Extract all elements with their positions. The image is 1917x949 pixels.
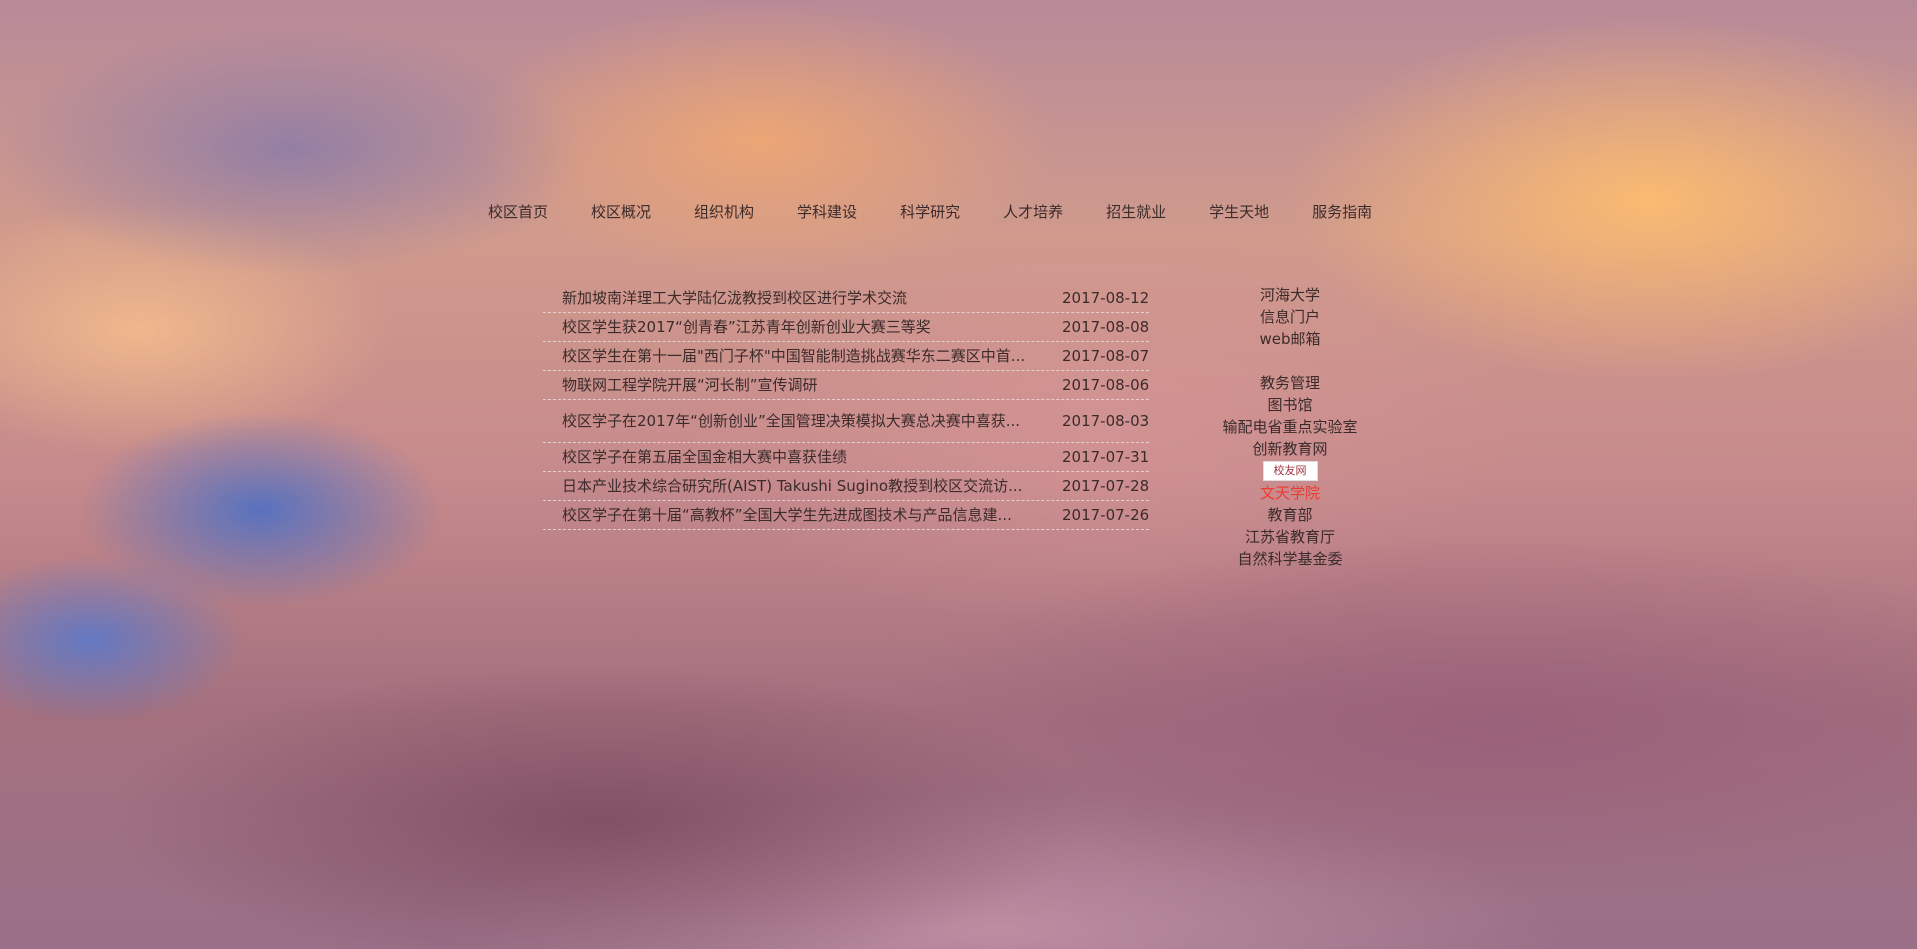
news-title-link[interactable]: 新加坡南洋理工大学陆亿泷教授到校区进行学术交流 xyxy=(562,289,1058,308)
nav-item-organization[interactable]: 组织机构 xyxy=(694,200,754,224)
nav-item-disciplines[interactable]: 学科建设 xyxy=(797,200,857,224)
link-innovation-education[interactable]: 创新教育网 xyxy=(1190,438,1390,460)
nav-item-research[interactable]: 科学研究 xyxy=(900,200,960,224)
news-title-link[interactable]: 日本产业技术综合研究所(AIST) Takushi Sugino教授到校区交流访… xyxy=(562,477,1058,496)
news-row: 物联网工程学院开展“河长制”宣传调研 2017-08-06 xyxy=(543,371,1149,400)
news-date: 2017-08-08 xyxy=(1062,318,1150,336)
link-power-lab[interactable]: 输配电省重点实验室 xyxy=(1190,416,1390,438)
nav-item-service-guide[interactable]: 服务指南 xyxy=(1312,200,1372,224)
link-info-portal[interactable]: 信息门户 xyxy=(1190,306,1390,328)
news-row: 新加坡南洋理工大学陆亿泷教授到校区进行学术交流 2017-08-12 xyxy=(543,284,1149,313)
news-title-link[interactable]: 校区学子在2017年“创新创业”全国管理决策模拟大赛总决赛中喜获... xyxy=(562,412,1058,431)
news-title-link[interactable]: 校区学子在第五届全国金相大赛中喜获佳绩 xyxy=(562,448,1058,467)
link-nsfc[interactable]: 自然科学基金委 xyxy=(1190,548,1390,570)
alumni-badge-wrap: 校友网 xyxy=(1190,460,1390,482)
nav-item-admissions[interactable]: 招生就业 xyxy=(1106,200,1166,224)
nav-item-home[interactable]: 校区首页 xyxy=(488,200,548,224)
link-ministry-of-education[interactable]: 教育部 xyxy=(1190,504,1390,526)
news-row: 校区学子在2017年“创新创业”全国管理决策模拟大赛总决赛中喜获... 2017… xyxy=(543,400,1149,443)
news-title-link[interactable]: 校区学生在第十一届"西门子杯"中国智能制造挑战赛华东二赛区中首... xyxy=(562,347,1058,366)
news-title-link[interactable]: 校区学生获2017“创青春”江苏青年创新创业大赛三等奖 xyxy=(562,318,1058,337)
news-row: 校区学子在第十届“高教杯”全国大学生先进成图技术与产品信息建... 2017-0… xyxy=(543,501,1149,530)
link-jiangsu-education-dept[interactable]: 江苏省教育厅 xyxy=(1190,526,1390,548)
news-date: 2017-07-31 xyxy=(1062,448,1150,466)
news-row: 校区学子在第五届全国金相大赛中喜获佳绩 2017-07-31 xyxy=(543,443,1149,472)
news-date: 2017-08-06 xyxy=(1062,376,1150,394)
nav-item-overview[interactable]: 校区概况 xyxy=(591,200,651,224)
news-title-link[interactable]: 校区学子在第十届“高教杯”全国大学生先进成图技术与产品信息建... xyxy=(562,506,1058,525)
news-date: 2017-08-03 xyxy=(1062,412,1150,430)
news-title-link[interactable]: 物联网工程学院开展“河长制”宣传调研 xyxy=(562,376,1058,395)
nav-item-talent-training[interactable]: 人才培养 xyxy=(1003,200,1063,224)
news-list: 新加坡南洋理工大学陆亿泷教授到校区进行学术交流 2017-08-12 校区学生获… xyxy=(543,284,1149,530)
news-date: 2017-08-07 xyxy=(1062,347,1150,365)
alumni-network-button[interactable]: 校友网 xyxy=(1262,461,1318,481)
link-hohai-university[interactable]: 河海大学 xyxy=(1190,284,1390,306)
quick-links: 河海大学 信息门户 web邮箱 教务管理 图书馆 输配电省重点实验室 创新教育网… xyxy=(1190,284,1390,570)
news-row: 校区学生获2017“创青春”江苏青年创新创业大赛三等奖 2017-08-08 xyxy=(543,313,1149,342)
news-row: 日本产业技术综合研究所(AIST) Takushi Sugino教授到校区交流访… xyxy=(543,472,1149,501)
nav-item-student-life[interactable]: 学生天地 xyxy=(1209,200,1269,224)
news-date: 2017-08-12 xyxy=(1062,289,1150,307)
link-web-mail[interactable]: web邮箱 xyxy=(1190,328,1390,350)
news-date: 2017-07-28 xyxy=(1062,477,1150,495)
news-row: 校区学生在第十一届"西门子杯"中国智能制造挑战赛华东二赛区中首... 2017-… xyxy=(543,342,1149,371)
link-academic-affairs[interactable]: 教务管理 xyxy=(1190,372,1390,394)
main-navigation: 校区首页 校区概况 组织机构 学科建设 科学研究 人才培养 招生就业 学生天地 … xyxy=(488,200,1415,224)
news-date: 2017-07-26 xyxy=(1062,506,1150,524)
link-spacer xyxy=(1190,350,1390,372)
link-library[interactable]: 图书馆 xyxy=(1190,394,1390,416)
link-wentian-college[interactable]: 文天学院 xyxy=(1190,482,1390,504)
